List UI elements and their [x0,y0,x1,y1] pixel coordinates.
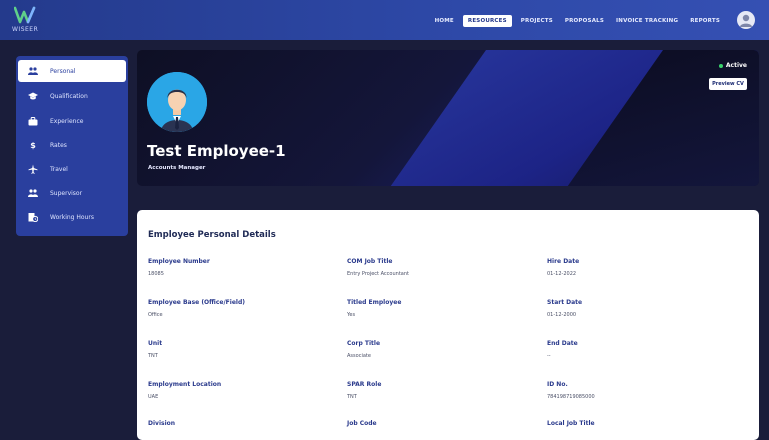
sidebar-item-working-hours[interactable]: Working Hours [16,206,128,228]
field-value: Office [148,312,163,318]
sidebar-item-personal[interactable]: Personal [18,60,126,82]
building-clock-icon [28,212,38,222]
people-icon [28,66,38,76]
field-value: 01-12-2022 [547,271,577,277]
sidebar-item-label: Qualification [50,92,88,100]
field-value: 18085 [148,271,164,277]
employee-name: Test Employee-1 [147,142,286,160]
field-employment-location: Employment Location UAE [148,381,221,400]
field-id-no: ID No. 784198719085000 [547,381,595,400]
field-unit: Unit TNT [148,340,162,359]
logo-mark-icon [14,6,36,24]
sidebar-item-rates[interactable]: $ Rates [16,134,128,156]
field-local-job-title: Local Job Title [547,420,595,427]
briefcase-icon [28,116,38,126]
main-nav: HOME RESOURCES PROJECTS PROPOSALS INVOIC… [432,13,723,29]
field-spar-role: SPAR Role TNT [347,381,381,400]
field-label: Employee Base (Office/Field) [148,299,245,306]
field-value: Entry Project Accountant [347,271,409,277]
employee-avatar [147,72,207,132]
wiseer-logo[interactable]: WISEER [10,6,44,34]
sidebar-item-label: Working Hours [50,213,94,221]
field-titled-employee: Titled Employee Yes [347,299,401,318]
businessman-icon [147,72,207,132]
employee-role: Accounts Manager [148,165,206,171]
field-label: ID No. [547,381,568,388]
sidebar-item-label: Travel [50,165,68,173]
field-label: Corp Title [347,340,381,347]
nav-invoice-tracking[interactable]: INVOICE TRACKING [613,15,681,27]
sidebar-item-travel[interactable]: Travel [16,158,128,180]
graduation-cap-icon [28,91,38,101]
preview-cv-button[interactable]: Preview CV [709,78,747,90]
field-label: Division [148,420,176,427]
field-value: Yes [347,312,356,318]
status-dot-icon [718,63,723,68]
status-badge: Active [718,62,747,69]
user-icon [740,14,752,27]
profile-header: Test Employee-1 Accounts Manager Active … [137,50,759,186]
field-label: Local Job Title [547,420,595,427]
sidebar-item-label: Personal [50,67,76,75]
section-title: Employee Personal Details [148,230,276,240]
field-value: 01-12-2000 [547,312,577,318]
sidebar-item-supervisor[interactable]: Supervisor [16,182,128,204]
field-label: Titled Employee [347,299,402,306]
field-label: COM Job Title [347,258,393,265]
field-hire-date: Hire Date 01-12-2022 [547,258,579,277]
field-label: Employee Number [148,258,210,265]
field-job-code: Job Code [347,420,377,427]
field-com-job-title: COM Job Title Entry Project Accountant [347,258,409,277]
nav-reports[interactable]: REPORTS [687,15,723,27]
user-avatar[interactable] [737,11,755,29]
supervisor-icon [28,188,38,198]
personal-details-card: Employee Personal Details Employee Numbe… [137,210,759,440]
field-value: Associate [347,353,371,359]
field-value: 784198719085000 [547,394,595,400]
nav-projects[interactable]: PROJECTS [518,15,556,27]
profile-sidebar: Personal Qualification Experience $ Rate… [16,56,128,236]
field-label: Hire Date [547,258,580,265]
field-label: Employment Location [148,381,222,388]
field-value: TNT [347,394,357,400]
field-label: Start Date [547,299,583,306]
field-division: Division [148,420,175,427]
status-text: Active [725,62,747,69]
top-navigation-bar: WISEER HOME RESOURCES PROJECTS PROPOSALS… [0,0,769,40]
field-corp-title: Corp Title Associate [347,340,380,359]
sidebar-item-label: Supervisor [50,189,83,197]
sidebar-item-label: Rates [50,141,67,149]
field-start-date: Start Date 01-12-2000 [547,299,582,318]
nav-home[interactable]: HOME [432,15,457,27]
sidebar-item-qualification[interactable]: Qualification [16,85,128,107]
field-end-date: End Date -- [547,340,578,359]
field-employee-base: Employee Base (Office/Field) Office [148,299,245,318]
field-value: -- [547,353,551,359]
nav-resources[interactable]: RESOURCES [462,15,512,27]
nav-proposals[interactable]: PROPOSALS [562,15,607,27]
sidebar-item-experience[interactable]: Experience [16,110,128,132]
field-label: End Date [547,340,578,347]
logo-text: WISEER [12,26,39,33]
sidebar-item-label: Experience [50,117,84,125]
field-employee-number: Employee Number 18085 [148,258,210,277]
airplane-icon [28,164,38,174]
dollar-icon: $ [30,140,36,150]
field-label: Unit [148,340,163,347]
field-value: UAE [148,394,159,400]
field-value: TNT [148,353,158,359]
field-label: Job Code [347,420,377,427]
field-label: SPAR Role [347,381,382,388]
